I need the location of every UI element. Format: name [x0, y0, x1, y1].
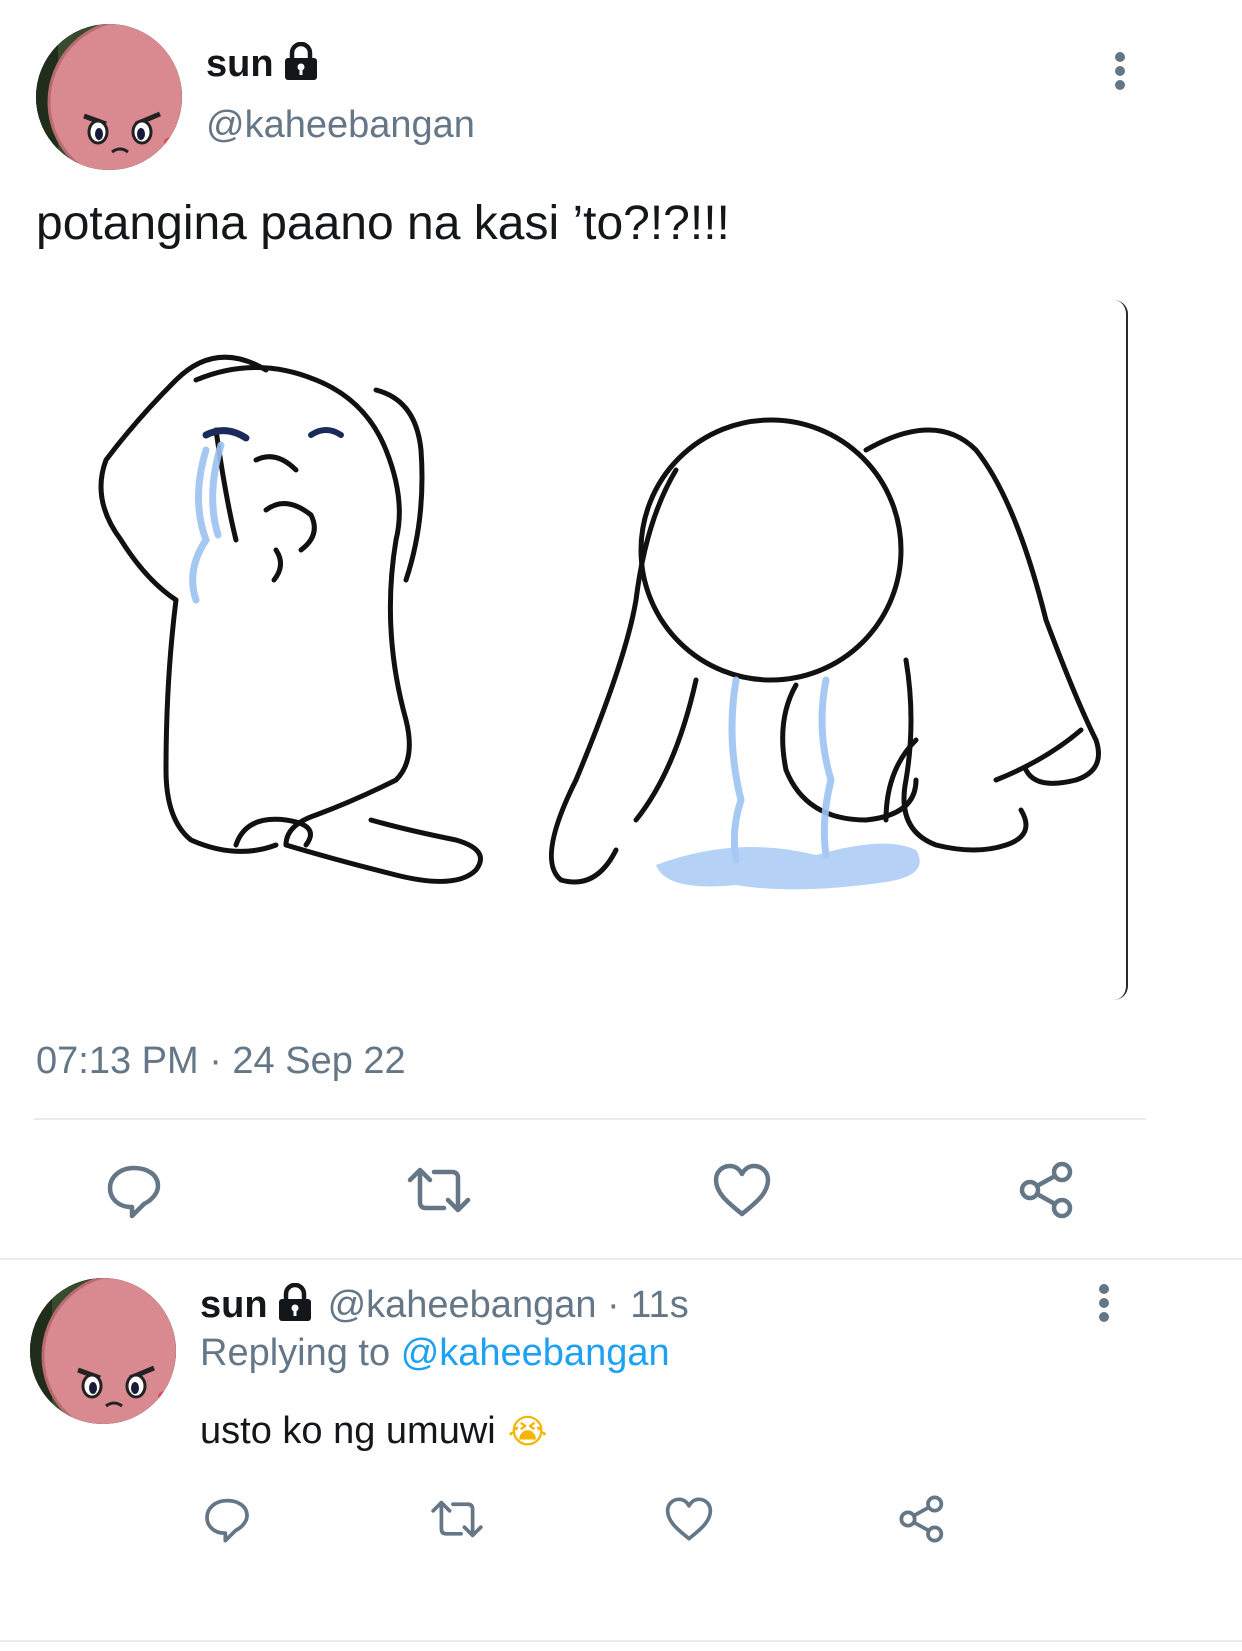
replying-to: Replying to @kaheebangan: [200, 1332, 670, 1375]
reply-author-row: sun @kaheebangan · 11s: [200, 1282, 689, 1328]
replying-handle-link[interactable]: @kaheebangan: [401, 1332, 670, 1374]
reply-text: usto ko ng umuwi: [200, 1410, 496, 1452]
retweet-icon[interactable]: [428, 1496, 486, 1542]
avatar[interactable]: [36, 24, 182, 170]
reply-icon[interactable]: [202, 1494, 252, 1544]
display-name[interactable]: sun: [206, 43, 274, 86]
divider: [0, 1258, 1242, 1260]
divider: [34, 1118, 1146, 1120]
reply-text-row: usto ko ng umuwi 😭: [200, 1410, 547, 1453]
lock-icon: [282, 41, 320, 87]
lock-icon: [276, 1282, 314, 1328]
more-vertical-icon[interactable]: [1104, 50, 1136, 94]
more-vertical-icon[interactable]: [1088, 1282, 1120, 1326]
reply-display-name[interactable]: sun: [200, 1284, 268, 1327]
like-icon[interactable]: [664, 1496, 714, 1542]
tweet-text: potangina paano na kasi ’to?!?!!!: [36, 197, 730, 250]
share-icon[interactable]: [1018, 1160, 1078, 1220]
divider: [0, 1640, 1242, 1642]
timestamp[interactable]: 07:13 PM · 24 Sep 22: [36, 1040, 406, 1083]
author-row: sun: [206, 41, 320, 87]
handle[interactable]: @kaheebangan: [206, 104, 475, 147]
reply-icon[interactable]: [104, 1160, 164, 1220]
replying-prefix: Replying to: [200, 1332, 391, 1374]
loudly-crying-emoji: 😭: [507, 1412, 548, 1451]
media-image[interactable]: [36, 300, 1128, 1000]
share-icon[interactable]: [898, 1494, 948, 1544]
reply-avatar[interactable]: [30, 1278, 176, 1424]
retweet-icon[interactable]: [404, 1162, 474, 1218]
like-icon[interactable]: [712, 1162, 772, 1218]
reply-handle-time[interactable]: @kaheebangan · 11s: [328, 1284, 689, 1327]
